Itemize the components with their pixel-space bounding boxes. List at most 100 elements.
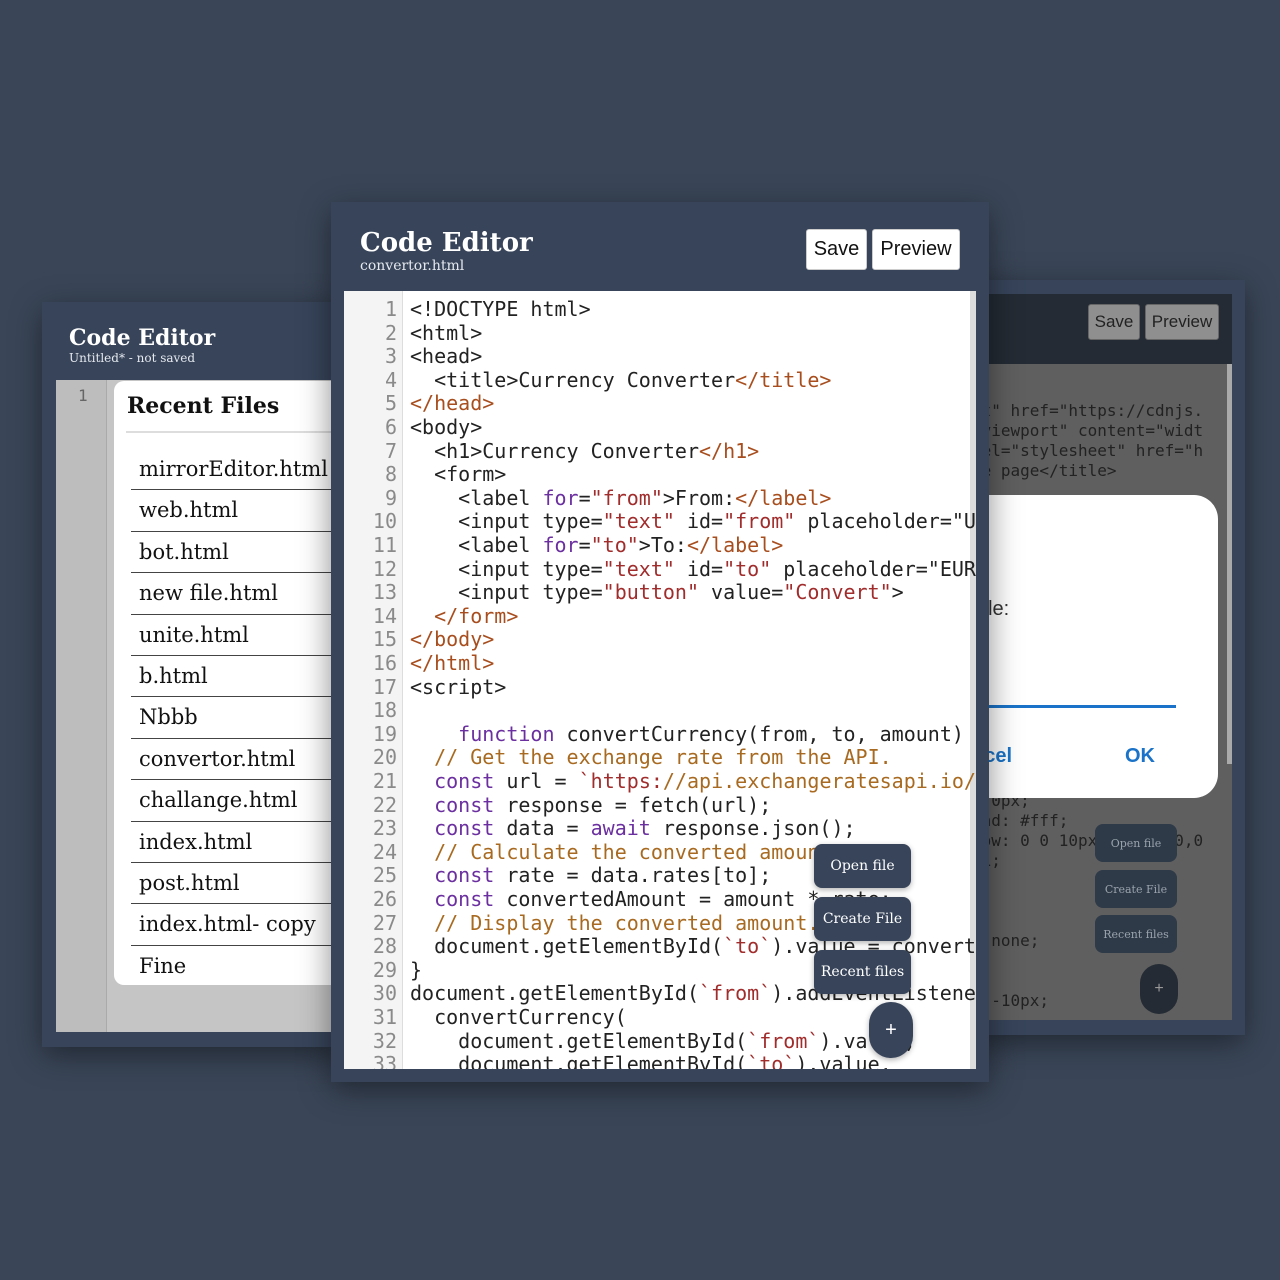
recent-file-item[interactable]: web.html bbox=[131, 490, 342, 532]
code-text: <!DOCTYPE html> bbox=[410, 297, 591, 321]
code-line: 16 </html> bbox=[344, 651, 976, 676]
code-text: } bbox=[410, 957, 423, 982]
code-line: 1 <!DOCTYPE html> bbox=[344, 297, 976, 322]
line-number: 23 bbox=[372, 816, 397, 841]
code-fragment: "viewport" content="widt bbox=[972, 421, 1204, 440]
code-text: const url = `https://api.exchangeratesap… bbox=[434, 769, 976, 793]
code-text: </body> bbox=[410, 627, 495, 652]
code-text: </head> bbox=[410, 391, 495, 416]
code-line: 19 function convertCurrency(from, to, am… bbox=[344, 721, 976, 747]
code-line: 9 <label for="from">From:</label> bbox=[344, 485, 976, 511]
recent-file-item[interactable]: new file.html bbox=[131, 573, 342, 615]
plus-icon[interactable]: + bbox=[869, 1002, 913, 1058]
code-line: 4 <title>Currency Converter</title> bbox=[344, 367, 976, 393]
line-number: 15 bbox=[372, 627, 397, 652]
code-line: 3 <head> bbox=[344, 345, 976, 369]
line-number: 24 bbox=[372, 839, 397, 864]
left-screen: Code Editor Untitled* - not saved 1 Rece… bbox=[42, 302, 342, 1047]
app-title: Code Editor bbox=[360, 228, 533, 258]
center-screen: Code Editor convertor.html Save Preview … bbox=[331, 202, 989, 1082]
recent-files-button[interactable]: Recent files bbox=[814, 950, 911, 994]
scrollbar[interactable] bbox=[1227, 364, 1232, 764]
code-line: 23 const data = await response.json(); bbox=[344, 816, 976, 841]
recent-file-item[interactable]: convertor.html bbox=[131, 739, 342, 781]
recent-file-item[interactable]: Fine bbox=[131, 946, 342, 987]
line-number: 20 bbox=[372, 745, 397, 770]
code-text: // Display the converted amount. bbox=[434, 910, 820, 935]
code-text: <label for="from">From:</label> bbox=[410, 485, 832, 510]
line-number: 2 bbox=[384, 320, 397, 345]
line-number: 22 bbox=[372, 792, 397, 817]
create-file-button[interactable]: Create File bbox=[1095, 870, 1177, 908]
line-number: 10 bbox=[372, 509, 397, 534]
line-number: 27 bbox=[372, 910, 397, 935]
code-line: 20 // Get the exchange rate from the API… bbox=[344, 746, 976, 770]
recent-files-title: Recent Files bbox=[127, 393, 280, 419]
recent-files-panel: Recent Files mirrorEditor.html web.html bo… bbox=[114, 381, 342, 985]
code-text: const rate = data.rates[to]; bbox=[434, 863, 772, 888]
recent-file-item[interactable]: Nbbb bbox=[131, 697, 342, 739]
code-line: 2 <html> bbox=[344, 320, 976, 346]
line-number: 8 bbox=[384, 462, 397, 487]
line-number: 1 bbox=[384, 297, 397, 321]
code-text: const data = await response.json(); bbox=[434, 816, 856, 841]
code-line: 5 </head> bbox=[344, 392, 976, 416]
code-text: <h1>Currency Converter</h1> bbox=[410, 438, 760, 463]
dialog-input-underline[interactable] bbox=[972, 705, 1176, 708]
code-line: 10 <input type="text" id="from" placehol… bbox=[344, 510, 976, 534]
code-text: <label for="to">To:</label> bbox=[410, 533, 784, 557]
code-line: 7 <h1>Currency Converter</h1> bbox=[344, 438, 976, 464]
line-number: 26 bbox=[372, 887, 397, 911]
line-gutter: 1 bbox=[56, 380, 107, 1032]
preview-button[interactable]: Preview bbox=[872, 229, 960, 270]
line-number: 21 bbox=[372, 769, 397, 793]
plus-icon[interactable]: + bbox=[1140, 964, 1178, 1014]
line-number: 9 bbox=[384, 485, 397, 510]
code-text: <body> bbox=[410, 415, 483, 439]
code-text: function convertCurrency(from, to, amoun… bbox=[458, 721, 964, 746]
code-line: 17 <script> bbox=[344, 675, 976, 700]
ok-button[interactable]: OK bbox=[1125, 745, 1155, 768]
recent-files-button[interactable]: Recent files bbox=[1095, 915, 1177, 953]
code-line: 12 <input type="text" id="to" placeholde… bbox=[344, 556, 976, 582]
code-text: </html> bbox=[410, 651, 495, 675]
code-line: 11 <label for="to">To:</label> bbox=[344, 533, 976, 558]
save-button[interactable]: Save bbox=[806, 229, 867, 270]
recent-file-item[interactable]: index.html- copy bbox=[131, 904, 342, 946]
recent-file-item[interactable]: post.html bbox=[131, 863, 342, 905]
recent-file-item[interactable]: bot.html bbox=[131, 532, 342, 574]
line-number: 11 bbox=[372, 533, 397, 557]
right-screen: Save Preview et" href="https://cdnjs. "vi… bbox=[972, 280, 1245, 1035]
line-number: 29 bbox=[372, 957, 397, 982]
recent-file-item[interactable]: unite.html bbox=[131, 615, 342, 656]
recent-file-item[interactable]: mirrorEditor.html bbox=[131, 449, 342, 491]
line-number: 12 bbox=[372, 556, 397, 581]
line-number: 19 bbox=[372, 721, 397, 746]
line-number: 6 bbox=[384, 415, 397, 439]
recent-file-item[interactable]: b.html bbox=[131, 656, 342, 698]
line-number: 13 bbox=[372, 580, 397, 605]
save-button[interactable]: Save bbox=[1088, 304, 1140, 340]
create-file-button[interactable]: Create File bbox=[814, 897, 911, 941]
recent-file-item[interactable]: index.html bbox=[131, 822, 342, 863]
divider bbox=[126, 431, 342, 433]
code-line: 21 const url = `https://api.exchangerate… bbox=[344, 769, 976, 794]
code-text: <head> bbox=[410, 344, 483, 369]
open-file-button[interactable]: Open file bbox=[1095, 824, 1177, 862]
app-title: Code Editor bbox=[69, 325, 216, 351]
line-number: 31 bbox=[372, 1005, 397, 1029]
code-line: 14 </form> bbox=[344, 604, 976, 629]
line-number: 3 bbox=[384, 344, 397, 369]
code-text: const response = fetch(url); bbox=[434, 792, 772, 817]
line-number: 30 bbox=[372, 981, 397, 1006]
line-number: 25 bbox=[372, 863, 397, 888]
code-text: <input type="text" id="from" placeholder… bbox=[410, 509, 976, 534]
code-text: convertCurrency( bbox=[410, 1005, 627, 1029]
code-line: 22 const response = fetch(url); bbox=[344, 792, 976, 818]
code-text: // Calculate the converted amount bbox=[434, 839, 832, 864]
preview-button[interactable]: Preview bbox=[1145, 304, 1219, 340]
code-line: 18 bbox=[344, 699, 976, 723]
recent-file-item[interactable]: challange.html bbox=[131, 780, 342, 822]
code-text: <title>Currency Converter</title> bbox=[410, 367, 832, 392]
open-file-button[interactable]: Open file bbox=[814, 844, 911, 888]
